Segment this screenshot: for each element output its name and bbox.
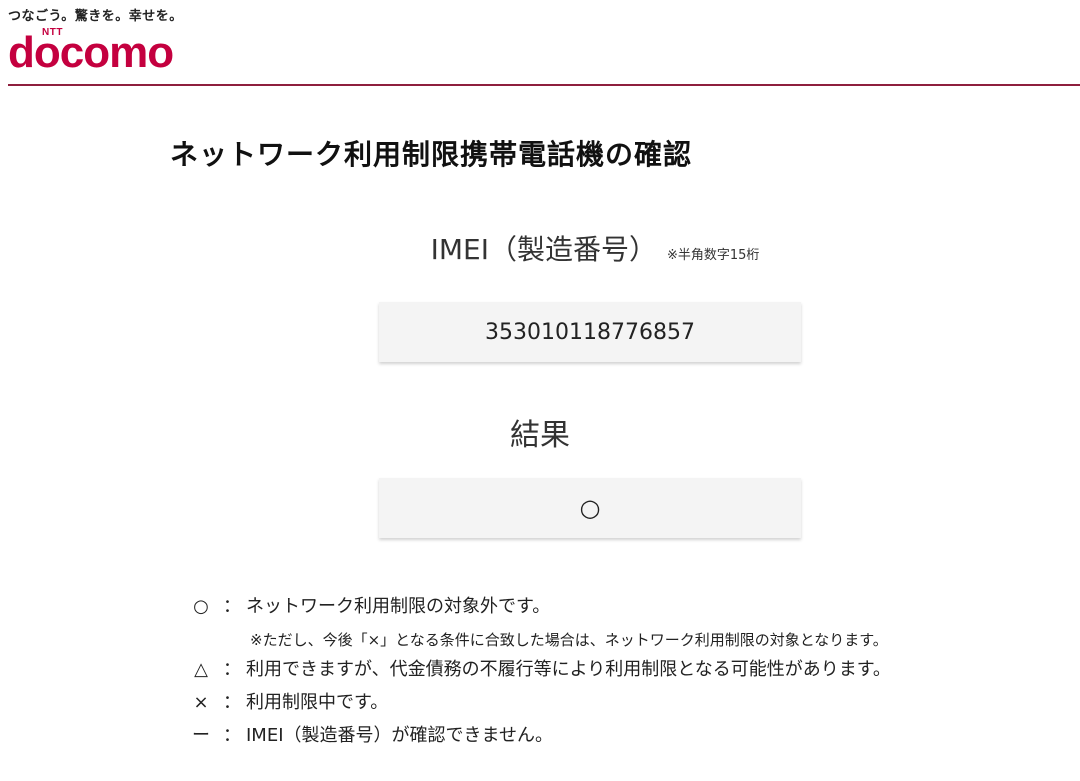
- imei-value-field[interactable]: 353010118776857: [379, 302, 801, 362]
- legend-text: ネットワーク利用制限の対象外です。: [246, 596, 551, 617]
- legend-text: 利用できますが、代金債務の不履行等により利用制限となる可能性があります。: [246, 659, 891, 680]
- result-value-field: ○: [379, 478, 801, 538]
- imei-format-note: ※半角数字15桁: [666, 248, 760, 263]
- legend-item-triangle: △ ： 利用できますが、代金債務の不履行等により利用制限となる可能性があります。: [190, 655, 1070, 688]
- logo-wordmark: docomo: [8, 28, 174, 77]
- header-divider: [8, 84, 1080, 86]
- legend-symbol: ○: [193, 596, 209, 617]
- legend-item-cross: × ： 利用制限中です。: [190, 688, 1070, 721]
- imei-label-row: IMEI（製造番号） ※半角数字15桁: [0, 228, 1080, 268]
- result-legend: ○ ： ネットワーク利用制限の対象外です。 ※ただし、今後「×」となる条件に合致…: [190, 592, 1070, 754]
- brand-tagline: つなごう。驚きを。幸せを。: [8, 9, 183, 24]
- legend-symbol: ×: [193, 692, 209, 713]
- page-title: ネットワーク利用制限携帯電話機の確認: [170, 138, 693, 171]
- imei-value: 353010118776857: [485, 319, 695, 345]
- result-label: 結果: [510, 418, 570, 453]
- legend-colon: ：: [223, 692, 241, 713]
- legend-text: 利用制限中です。: [246, 692, 389, 713]
- imei-label: IMEI（製造番号）: [430, 233, 657, 266]
- page: つなごう。驚きを。幸せを。 NTT docomo ネットワーク利用制限携帯電話機…: [0, 0, 1080, 781]
- legend-symbol: ー: [192, 725, 210, 746]
- legend-item-dash: ー ： IMEI（製造番号）が確認できません。: [190, 721, 1070, 754]
- legend-subnote: ※ただし、今後「×」となる条件に合致した場合は、ネットワーク利用制限の対象となり…: [250, 631, 888, 649]
- docomo-logo[interactable]: NTT docomo: [8, 27, 192, 77]
- legend-symbol: △: [194, 659, 208, 680]
- legend-colon: ：: [223, 659, 241, 680]
- result-circle-symbol: ○: [579, 494, 601, 522]
- legend-colon: ：: [223, 596, 241, 617]
- legend-text: IMEI（製造番号）が確認できません。: [246, 725, 553, 746]
- site-header: つなごう。驚きを。幸せを。 NTT docomo: [0, 0, 1080, 86]
- legend-item-circle: ○ ： ネットワーク利用制限の対象外です。: [190, 592, 1070, 625]
- legend-colon: ：: [223, 725, 241, 746]
